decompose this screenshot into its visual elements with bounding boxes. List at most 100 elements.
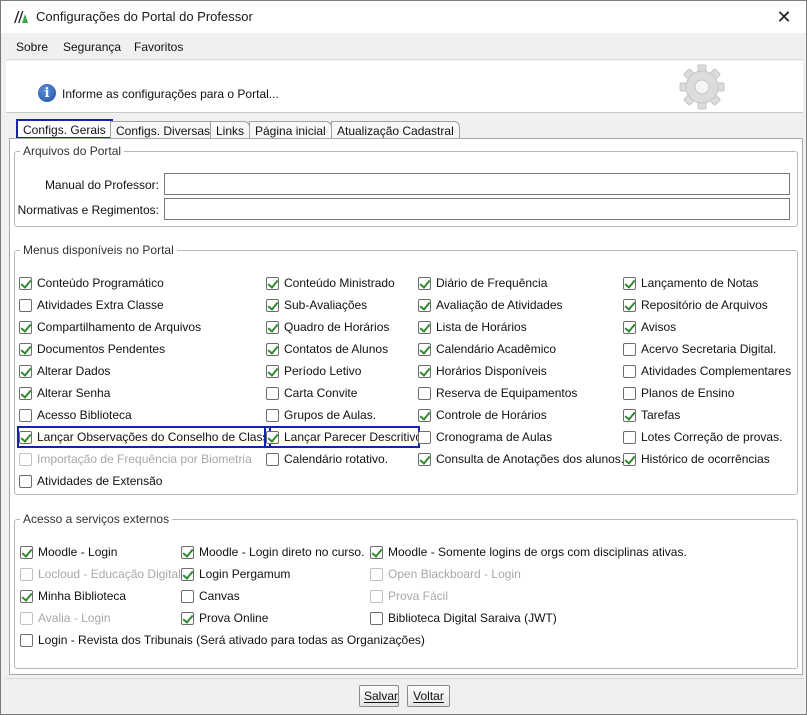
checkbox-lotes-correcao-de-provas[interactable]: Lotes Correção de provas. bbox=[623, 428, 782, 446]
checkbox-contatos-de-alunos[interactable]: Contatos de Alunos bbox=[266, 340, 388, 358]
checkbox-checked-icon[interactable] bbox=[181, 545, 194, 559]
checkbox-checked-icon[interactable] bbox=[266, 298, 279, 312]
checkbox-unchecked-icon[interactable] bbox=[418, 386, 431, 400]
checkbox-checked-icon[interactable] bbox=[418, 320, 431, 334]
checkbox-login-revista-dos-tribunais-sera-ativado[interactable]: Login - Revista dos Tribunais (Será ativ… bbox=[20, 631, 425, 649]
checkbox-moodle-login[interactable]: Moodle - Login bbox=[20, 543, 117, 561]
tab-configs-diversas[interactable]: Configs. Diversas bbox=[110, 121, 217, 139]
checkbox-alterar-senha[interactable]: Alterar Senha bbox=[19, 384, 110, 402]
checkbox-unchecked-icon[interactable] bbox=[266, 386, 279, 400]
checkbox-unchecked-icon[interactable] bbox=[19, 298, 32, 312]
checkbox-atividades-extra-classe[interactable]: Atividades Extra Classe bbox=[19, 296, 164, 314]
checkbox-checked-icon[interactable] bbox=[19, 430, 32, 444]
checkbox-planos-de-ensino[interactable]: Planos de Ensino bbox=[623, 384, 734, 402]
tab-links[interactable]: Links bbox=[210, 121, 251, 139]
checkbox-documentos-pendentes[interactable]: Documentos Pendentes bbox=[19, 340, 165, 358]
checkbox-acervo-secretaria-digital[interactable]: Acervo Secretaria Digital. bbox=[623, 340, 776, 358]
checkbox-checked-icon[interactable] bbox=[418, 342, 431, 356]
checkbox-checked-icon[interactable] bbox=[623, 298, 636, 312]
checkbox-checked-icon[interactable] bbox=[266, 342, 279, 356]
checkbox-checked-icon[interactable] bbox=[418, 364, 431, 378]
checkbox-moodle-login-direto-no-curso[interactable]: Moodle - Login direto no curso. bbox=[181, 543, 364, 561]
manual-field[interactable] bbox=[164, 173, 790, 195]
checkbox-historico-de-ocorrencias[interactable]: Histórico de ocorrências bbox=[623, 450, 770, 468]
checkbox-checked-icon[interactable] bbox=[181, 567, 194, 581]
back-button[interactable]: Voltar bbox=[407, 685, 450, 707]
checkbox-checked-icon[interactable] bbox=[623, 276, 636, 290]
checkbox-unchecked-icon[interactable] bbox=[266, 452, 279, 466]
checkbox-unchecked-icon[interactable] bbox=[623, 342, 636, 356]
checkbox-acesso-biblioteca[interactable]: Acesso Biblioteca bbox=[19, 406, 132, 424]
checkbox-checked-icon[interactable] bbox=[19, 320, 32, 334]
checkbox-atividades-complementares[interactable]: Atividades Complementares bbox=[623, 362, 791, 380]
checkbox-unchecked-icon[interactable] bbox=[418, 430, 431, 444]
checkbox-prova-online[interactable]: Prova Online bbox=[181, 609, 268, 627]
checkbox-unchecked-icon[interactable] bbox=[266, 408, 279, 422]
normativas-field[interactable] bbox=[164, 198, 790, 220]
checkbox-calendario-rotativo[interactable]: Calendário rotativo. bbox=[266, 450, 388, 468]
checkbox-lancar-observacoes-do-conselho-de-classe[interactable]: Lançar Observações do Conselho de Classe bbox=[17, 426, 275, 448]
checkbox-compartilhamento-de-arquivos[interactable]: Compartilhamento de Arquivos bbox=[19, 318, 201, 336]
checkbox-unchecked-icon[interactable] bbox=[370, 611, 383, 625]
checkbox-moodle-somente-logins-de-orgs-com-discip[interactable]: Moodle - Somente logins de orgs com disc… bbox=[370, 543, 687, 561]
checkbox-checked-icon[interactable] bbox=[418, 452, 431, 466]
checkbox-alterar-dados[interactable]: Alterar Dados bbox=[19, 362, 110, 380]
checkbox-checked-icon[interactable] bbox=[19, 364, 32, 378]
checkbox-diario-de-frequencia[interactable]: Diário de Frequência bbox=[418, 274, 547, 292]
checkbox-conteudo-programatico[interactable]: Conteúdo Programático bbox=[19, 274, 164, 292]
checkbox-grupos-de-aulas[interactable]: Grupos de Aulas. bbox=[266, 406, 376, 424]
checkbox-lista-de-horarios[interactable]: Lista de Horários bbox=[418, 318, 527, 336]
checkbox-lancar-parecer-descritivo[interactable]: Lançar Parecer Descritivo bbox=[264, 426, 422, 448]
menu-sobre[interactable]: Sobre bbox=[16, 40, 48, 54]
checkbox-periodo-letivo[interactable]: Período Letivo bbox=[266, 362, 361, 380]
checkbox-checked-icon[interactable] bbox=[19, 386, 32, 400]
checkbox-checked-icon[interactable] bbox=[181, 611, 194, 625]
checkbox-checked-icon[interactable] bbox=[19, 276, 32, 290]
checkbox-repositorio-de-arquivos[interactable]: Repositório de Arquivos bbox=[623, 296, 768, 314]
checkbox-sub-avaliacoes[interactable]: Sub-Avaliações bbox=[266, 296, 367, 314]
checkbox-controle-de-horarios[interactable]: Controle de Horários bbox=[418, 406, 547, 424]
checkbox-tarefas[interactable]: Tarefas bbox=[623, 406, 680, 424]
tab-atualizacao-cadastral[interactable]: Atualização Cadastral bbox=[331, 121, 460, 139]
checkbox-minha-biblioteca[interactable]: Minha Biblioteca bbox=[20, 587, 126, 605]
checkbox-checked-icon[interactable] bbox=[20, 545, 33, 559]
checkbox-unchecked-icon[interactable] bbox=[20, 633, 33, 647]
menu-seguranca[interactable]: Segurança bbox=[63, 40, 121, 54]
checkbox-unchecked-icon[interactable] bbox=[181, 589, 194, 603]
checkbox-unchecked-icon[interactable] bbox=[623, 386, 636, 400]
save-button[interactable]: Salvar bbox=[359, 685, 399, 707]
tab-pagina-inicial[interactable]: Página inicial bbox=[249, 121, 332, 139]
checkbox-checked-icon[interactable] bbox=[623, 320, 636, 334]
checkbox-avisos[interactable]: Avisos bbox=[623, 318, 676, 336]
checkbox-cronograma-de-aulas[interactable]: Cronograma de Aulas bbox=[418, 428, 552, 446]
checkbox-checked-icon[interactable] bbox=[418, 408, 431, 422]
checkbox-conteudo-ministrado[interactable]: Conteúdo Ministrado bbox=[266, 274, 395, 292]
checkbox-quadro-de-horarios[interactable]: Quadro de Horários bbox=[266, 318, 389, 336]
checkbox-checked-icon[interactable] bbox=[418, 276, 431, 290]
checkbox-checked-icon[interactable] bbox=[370, 545, 383, 559]
checkbox-reserva-de-equipamentos[interactable]: Reserva de Equipamentos bbox=[418, 384, 577, 402]
checkbox-lancamento-de-notas[interactable]: Lançamento de Notas bbox=[623, 274, 758, 292]
checkbox-checked-icon[interactable] bbox=[20, 589, 33, 603]
checkbox-unchecked-icon[interactable] bbox=[19, 408, 32, 422]
checkbox-biblioteca-digital-saraiva-jwt[interactable]: Biblioteca Digital Saraiva (JWT) bbox=[370, 609, 557, 627]
menu-favoritos[interactable]: Favoritos bbox=[134, 40, 183, 54]
checkbox-checked-icon[interactable] bbox=[418, 298, 431, 312]
checkbox-avaliacao-de-atividades[interactable]: Avaliação de Atividades bbox=[418, 296, 563, 314]
checkbox-checked-icon[interactable] bbox=[266, 276, 279, 290]
checkbox-login-pergamum[interactable]: Login Pergamum bbox=[181, 565, 290, 583]
checkbox-canvas[interactable]: Canvas bbox=[181, 587, 240, 605]
checkbox-unchecked-icon[interactable] bbox=[623, 430, 636, 444]
checkbox-checked-icon[interactable] bbox=[623, 408, 636, 422]
tab-configs-gerais[interactable]: Configs. Gerais bbox=[16, 119, 113, 139]
checkbox-atividades-de-extensao[interactable]: Atividades de Extensão bbox=[19, 472, 162, 490]
checkbox-carta-convite[interactable]: Carta Convite bbox=[266, 384, 357, 402]
checkbox-checked-icon[interactable] bbox=[266, 364, 279, 378]
checkbox-unchecked-icon[interactable] bbox=[623, 364, 636, 378]
checkbox-checked-icon[interactable] bbox=[266, 430, 279, 444]
close-button[interactable]: ✕ bbox=[762, 1, 806, 33]
checkbox-checked-icon[interactable] bbox=[266, 320, 279, 334]
checkbox-checked-icon[interactable] bbox=[623, 452, 636, 466]
checkbox-calendario-academico[interactable]: Calendário Acadêmico bbox=[418, 340, 556, 358]
checkbox-unchecked-icon[interactable] bbox=[19, 474, 32, 488]
